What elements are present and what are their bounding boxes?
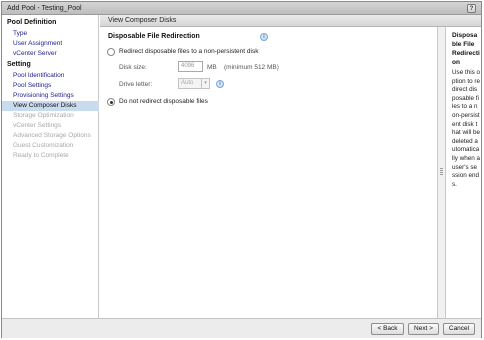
sidebar-item-user-assignment[interactable]: User Assignment [2, 39, 99, 49]
panel-title: View Composer Disks [108, 17, 177, 24]
footer-bar: < Back Next > Cancel [2, 318, 481, 338]
disk-size-label: Disk size: [119, 64, 147, 71]
info-icon[interactable]: i [260, 33, 268, 41]
sidebar-item-type[interactable]: Type [2, 29, 99, 39]
back-button[interactable]: < Back [371, 323, 404, 335]
chevron-down-icon: ▾ [201, 79, 209, 88]
drive-letter-value: Auto [181, 80, 194, 86]
help-panel: Disposable File Redirection Use this opt… [446, 27, 481, 318]
cancel-button[interactable]: Cancel [443, 323, 475, 335]
sidebar-item-vcenter-settings: vCenter Settings [13, 122, 62, 129]
window-title: Add Pool - Testing_Pool [7, 5, 82, 12]
disk-size-input[interactable]: 4096 [178, 61, 203, 72]
title-bar: Add Pool - Testing_Pool ? [2, 2, 481, 15]
no-redirect-option-label[interactable]: Do not redirect disposable files [119, 98, 208, 105]
section-pool-definition: Pool Definition [7, 19, 57, 26]
sidebar-item-vcenter-server[interactable]: vCenter Server [2, 49, 99, 59]
drive-letter-label: Drive letter: [119, 81, 153, 88]
next-button[interactable]: Next > [408, 323, 439, 335]
disk-size-hint: (minimum 512 MB) [224, 64, 279, 71]
main-panel: Disposable File Redirection i Redirect d… [100, 27, 437, 318]
add-pool-dialog: Add Pool - Testing_Pool ? Pool Definitio… [1, 1, 482, 338]
sidebar-item-view-composer-disks[interactable]: View Composer Disks [2, 101, 99, 111]
sidebar-item-pool-identification[interactable]: Pool Identification [2, 71, 99, 81]
sidebar-item-guest-customization: Guest Customization [13, 142, 74, 149]
sidebar-item-ready-to-complete: Ready to Complete [13, 152, 69, 159]
section-heading: Disposable File Redirection [108, 33, 200, 40]
info-icon[interactable]: i [216, 80, 224, 88]
help-splitter[interactable] [437, 27, 446, 318]
redirect-radio[interactable] [107, 48, 115, 56]
wizard-sidebar: Pool Definition Type User Assignment vCe… [2, 15, 99, 318]
sidebar-item-advanced-storage-options: Advanced Storage Options [13, 132, 91, 139]
redirect-option-label[interactable]: Redirect disposable files to a non-persi… [119, 48, 258, 55]
disk-size-unit: MB [207, 64, 217, 71]
sidebar-item-storage-optimization: Storage Optimization [13, 112, 74, 119]
panel-header: View Composer Disks [100, 15, 481, 27]
drive-letter-select[interactable]: Auto ▾ [178, 78, 210, 89]
section-setting: Setting [7, 61, 31, 68]
help-body: Use this option to redirect disposable f… [452, 69, 481, 188]
no-redirect-radio[interactable] [107, 98, 115, 106]
help-title: Disposable File Redirection [452, 32, 480, 66]
help-icon[interactable]: ? [467, 4, 476, 13]
sidebar-item-pool-settings[interactable]: Pool Settings [2, 81, 99, 91]
splitter-grip-icon[interactable] [440, 168, 443, 176]
sidebar-item-provisioning-settings[interactable]: Provisioning Settings [2, 91, 99, 101]
